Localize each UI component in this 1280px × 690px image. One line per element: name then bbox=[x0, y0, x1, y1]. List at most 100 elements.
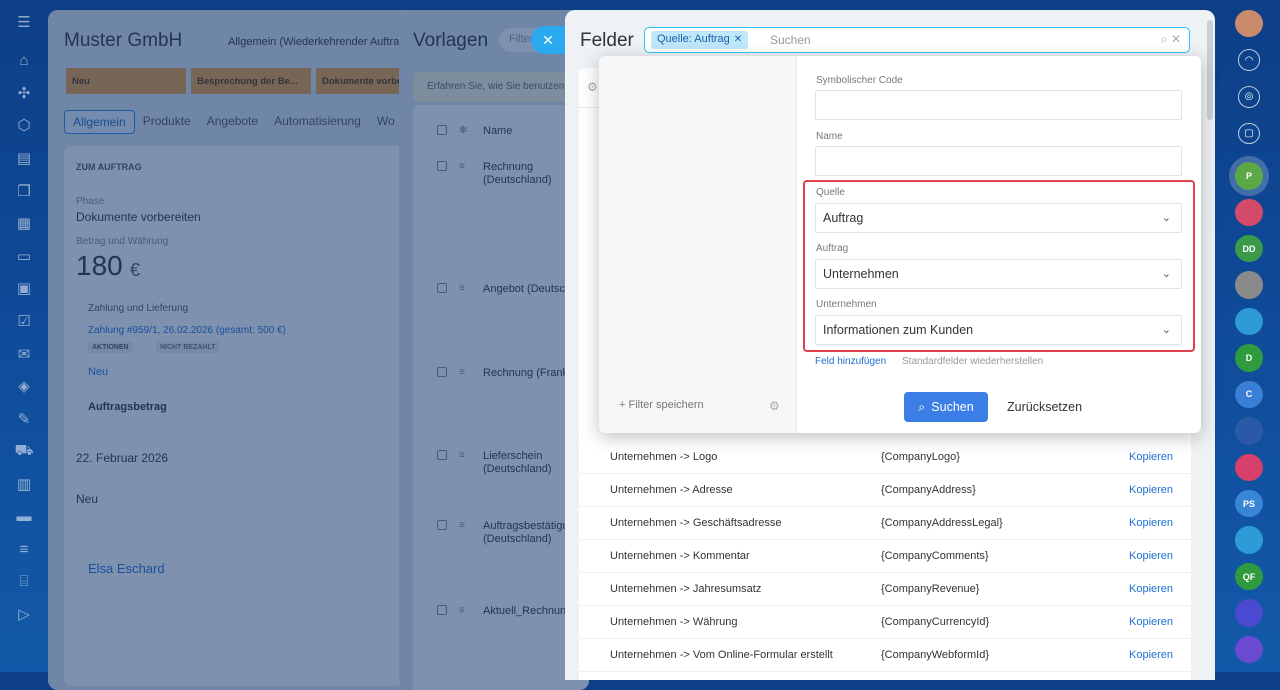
projects-icon[interactable]: ▬ bbox=[0, 500, 48, 533]
avatar[interactable] bbox=[1235, 307, 1263, 336]
payment-link[interactable]: Zahlung #959/1, 26.02.2026 (gesamt: 500 … bbox=[88, 325, 286, 336]
row-checkbox[interactable] bbox=[437, 283, 447, 293]
order-label: Auftrag bbox=[816, 243, 849, 254]
company-label: Unternehmen bbox=[816, 299, 877, 310]
copy-button[interactable]: Kopieren bbox=[1129, 550, 1173, 562]
select-all-checkbox[interactable] bbox=[437, 125, 447, 135]
chevron-down-icon: ⌄ bbox=[1161, 324, 1171, 336]
shop-icon[interactable]: ⛟ bbox=[0, 435, 48, 468]
company-select[interactable]: Informationen zum Kunden ⌄ bbox=[815, 315, 1182, 345]
more-icon[interactable]: ▷ bbox=[0, 598, 48, 631]
contact-name[interactable]: Elsa Eschard bbox=[88, 561, 165, 576]
source-select[interactable]: Auftrag ⌄ bbox=[815, 203, 1182, 233]
stage-item[interactable]: Besprechung der Be... bbox=[191, 68, 311, 94]
currency-symbol: € bbox=[130, 260, 141, 280]
hamburger-icon[interactable]: ☰ bbox=[0, 0, 48, 44]
screen-icon[interactable]: ▣ bbox=[0, 272, 48, 305]
restore-fields-link[interactable]: Standardfelder wiederherstellen bbox=[902, 356, 1043, 367]
settings-gear-icon[interactable]: ⚙ bbox=[587, 80, 598, 94]
save-filter-button[interactable]: + Filter speichern bbox=[619, 399, 704, 411]
stage-item[interactable]: Dokumente vorbe... bbox=[316, 68, 406, 94]
inbox-icon[interactable]: ▭ bbox=[0, 240, 48, 273]
mail-icon[interactable]: ✉ bbox=[0, 337, 48, 370]
sign-icon[interactable]: ✎ bbox=[0, 403, 48, 436]
drag-handle-icon[interactable]: ≡ bbox=[459, 161, 469, 172]
reset-button[interactable]: Zurücksetzen bbox=[1003, 392, 1086, 422]
drag-handle-icon[interactable]: ≡ bbox=[459, 367, 469, 378]
row-checkbox[interactable] bbox=[437, 367, 447, 377]
actions-badge[interactable]: AKTIONEN bbox=[88, 342, 133, 353]
avatar[interactable]: QF bbox=[1235, 562, 1263, 591]
symbolic-code-input[interactable] bbox=[815, 90, 1182, 120]
drag-handle-icon[interactable]: ≡ bbox=[459, 605, 469, 616]
date-value: 22. Februar 2026 bbox=[76, 451, 169, 465]
tasks-icon[interactable]: ⬡ bbox=[0, 109, 48, 142]
row-checkbox[interactable] bbox=[437, 605, 447, 615]
filter-icon[interactable]: ≡ bbox=[0, 533, 48, 566]
gear-icon[interactable]: ⚙ bbox=[769, 399, 780, 413]
avatar[interactable]: DD bbox=[1235, 235, 1263, 263]
company-value: Informationen zum Kunden bbox=[823, 323, 974, 337]
add-field-link[interactable]: Feld hinzufügen bbox=[815, 356, 886, 367]
stage-item[interactable]: Neu bbox=[66, 68, 186, 94]
row-checkbox[interactable] bbox=[437, 161, 447, 171]
row-checkbox[interactable] bbox=[437, 450, 447, 460]
user-avatar[interactable] bbox=[1235, 10, 1263, 38]
name-input[interactable] bbox=[815, 146, 1182, 176]
chat-icon[interactable]: ▢ bbox=[1238, 122, 1260, 145]
tab-angebote[interactable]: Angebote bbox=[199, 110, 266, 134]
avatar[interactable]: C bbox=[1235, 380, 1263, 409]
avatar[interactable] bbox=[1235, 635, 1263, 664]
swirl-icon[interactable]: ◎ bbox=[1238, 86, 1260, 108]
avatar[interactable] bbox=[1235, 526, 1263, 554]
field-code: {CompanyComments} bbox=[881, 550, 989, 562]
home-icon[interactable]: ⌂ bbox=[0, 44, 48, 77]
felder-search-input[interactable]: Quelle: Auftrag ✕ Suchen ⌕ ✕ bbox=[644, 27, 1190, 53]
avatar[interactable]: P bbox=[1235, 162, 1263, 190]
drag-handle-icon[interactable]: ≡ bbox=[459, 520, 469, 531]
avatar[interactable] bbox=[1235, 599, 1263, 627]
avatar[interactable] bbox=[1235, 417, 1263, 445]
checkbox-icon[interactable]: ☑ bbox=[0, 305, 48, 338]
copy-button[interactable]: Kopieren bbox=[1129, 451, 1173, 463]
avatar[interactable] bbox=[1235, 271, 1263, 299]
drag-handle-icon[interactable]: ≡ bbox=[459, 450, 469, 461]
close-slider-button[interactable]: ✕ bbox=[531, 26, 565, 54]
chip-remove-icon[interactable]: ✕ bbox=[734, 34, 742, 45]
order-select[interactable]: Unternehmen ⌄ bbox=[815, 259, 1182, 289]
copy-button[interactable]: Kopieren bbox=[1129, 484, 1173, 496]
copy-button[interactable]: Kopieren bbox=[1129, 649, 1173, 661]
copy-button[interactable]: Kopieren bbox=[1129, 517, 1173, 529]
tab-automatisierung[interactable]: Automatisierung bbox=[266, 110, 369, 134]
vertical-scrollbar[interactable] bbox=[1207, 20, 1213, 120]
clear-icon[interactable]: ✕ bbox=[1171, 32, 1181, 46]
avatar[interactable]: D bbox=[1235, 344, 1263, 372]
right-rail: ◠ ◎ ▢ P DD D C PS QF bbox=[1218, 0, 1280, 672]
new-link[interactable]: Neu bbox=[88, 366, 108, 378]
copy-button[interactable]: Kopieren bbox=[1129, 616, 1173, 628]
crm-icon[interactable]: ▤ bbox=[0, 142, 48, 175]
avatar[interactable] bbox=[1235, 198, 1263, 226]
drag-handle-icon[interactable]: ≡ bbox=[459, 283, 469, 294]
store-icon[interactable]: ⌸ bbox=[0, 566, 48, 599]
settings-icon[interactable]: ✻ bbox=[459, 125, 469, 136]
sites-icon[interactable]: ◈ bbox=[0, 370, 48, 403]
search-icon[interactable]: ⌕ bbox=[1161, 32, 1168, 46]
bell-icon[interactable]: ◠ bbox=[1238, 49, 1260, 71]
deal-info-card: ZUM AUFTRAG Phase Dokumente vorbereiten … bbox=[64, 146, 404, 686]
tab-produkte[interactable]: Produkte bbox=[135, 110, 199, 134]
feed-icon[interactable]: ✣ bbox=[0, 77, 48, 110]
calendar-icon[interactable]: ▦ bbox=[0, 207, 48, 240]
catalog-icon[interactable]: ▥ bbox=[0, 468, 48, 501]
search-button[interactable]: ⌕ Suchen bbox=[904, 392, 988, 422]
avatar[interactable] bbox=[1235, 453, 1263, 481]
avatar[interactable]: PS bbox=[1235, 489, 1263, 518]
chevron-down-icon: ⌄ bbox=[1161, 268, 1171, 280]
filter-chip[interactable]: Quelle: Auftrag ✕ bbox=[651, 31, 749, 49]
tab-allgemein[interactable]: Allgemein bbox=[64, 110, 135, 134]
row-checkbox[interactable] bbox=[437, 520, 447, 530]
field-code: {CompanyLogo} bbox=[881, 451, 960, 463]
tab-more[interactable]: Wo bbox=[369, 110, 403, 134]
chat-icon[interactable]: ❐ bbox=[0, 174, 48, 207]
copy-button[interactable]: Kopieren bbox=[1129, 583, 1173, 595]
